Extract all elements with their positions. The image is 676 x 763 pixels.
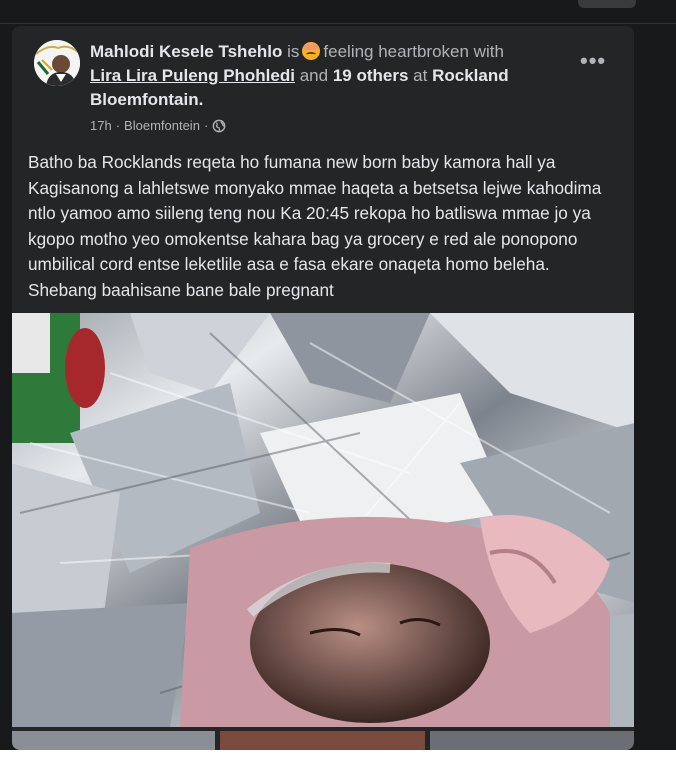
post-text: Batho ba Rocklands reqeta ho fumana new … [28, 152, 602, 300]
post-time-link[interactable]: 17h [90, 118, 112, 133]
tagged-friend-link[interactable]: Lira Lira Puleng Phohledi [90, 66, 295, 85]
is-text: is [287, 42, 300, 61]
author-avatar[interactable] [34, 40, 80, 86]
feeling-text: feeling heartbroken with [323, 42, 504, 61]
avatar-image [34, 40, 80, 86]
heartbroken-emoji-icon [302, 42, 321, 60]
post-header: Mahlodi Kesele Tshehlo is feeling heartbr… [90, 40, 560, 112]
globe-icon[interactable] [212, 119, 226, 133]
author-name[interactable]: Mahlodi Kesele Tshehlo [90, 42, 282, 61]
post-photo[interactable] [12, 313, 634, 727]
foil-wrapped-baby-image [12, 313, 634, 727]
post-place[interactable]: Bloemfontein [124, 118, 200, 133]
others-link[interactable]: 19 others [333, 66, 409, 85]
post-meta: 17h · Bloemfontein · [90, 118, 226, 133]
and-text: and [299, 66, 329, 85]
thumbnail-strip [12, 731, 634, 750]
photo-thumbnails [12, 731, 634, 750]
meta-separator-2: · [203, 118, 209, 133]
meta-separator: · [115, 118, 121, 133]
thumbnail-2 [220, 731, 425, 750]
more-options-icon[interactable]: ••• [580, 50, 606, 72]
thumbnail-1 [12, 731, 215, 750]
at-text: at [413, 66, 428, 85]
location-link-part1[interactable]: Rockland [432, 66, 509, 85]
top-strip [0, 0, 676, 24]
top-strip-control[interactable] [578, 0, 636, 8]
post-card: Mahlodi Kesele Tshehlo is feeling heartbr… [12, 26, 634, 750]
thumbnail-3 [430, 731, 634, 750]
location-link-part2[interactable]: Bloemfontain. [90, 90, 203, 109]
divider [0, 23, 676, 24]
